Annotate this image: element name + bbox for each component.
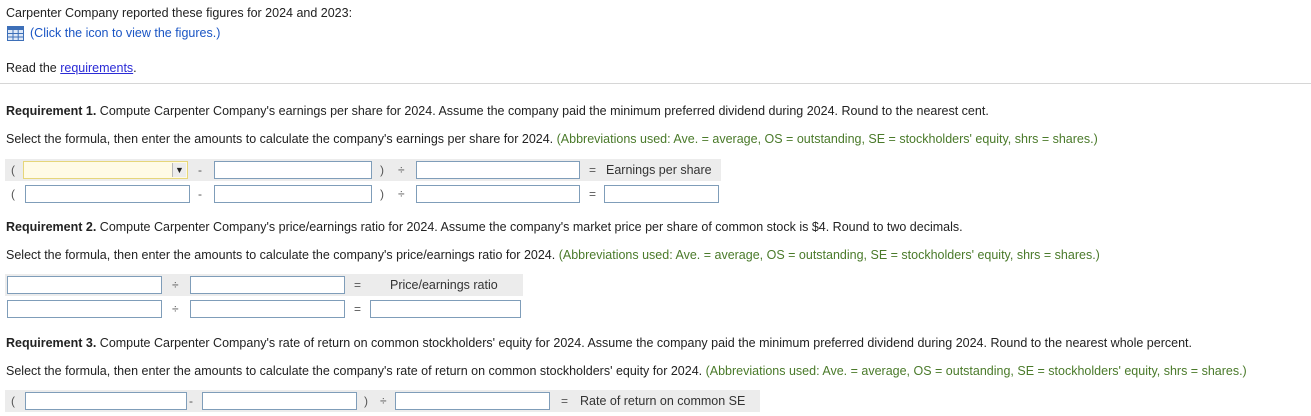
req1-label: Requirement 1. xyxy=(6,104,97,118)
req2-abbreviations: (Abbreviations used: Ave. = average, OS … xyxy=(558,248,1100,262)
req1-instruction: Select the formula, then enter the amoun… xyxy=(6,132,554,146)
intro-text: Carpenter Company reported these figures… xyxy=(6,6,353,20)
req1-amount-row: ( - ) ÷ = xyxy=(5,183,721,205)
req2-formula-row: ÷ = Price/earnings ratio xyxy=(5,274,523,296)
read-requirements-line: Read the requirements. xyxy=(6,61,137,75)
req1-formula-input-3[interactable] xyxy=(416,161,580,179)
chevron-down-icon[interactable]: ▼ xyxy=(172,163,186,177)
read-prefix: Read the xyxy=(6,61,57,75)
req1-formula-select[interactable]: ▼ xyxy=(23,161,188,179)
req2-result-label: Price/earnings ratio xyxy=(390,278,498,292)
open-paren: ( xyxy=(11,163,15,177)
req3-formula-input-1[interactable] xyxy=(25,392,187,410)
req3-abbreviations: (Abbreviations used: Ave. = average, OS … xyxy=(705,364,1247,378)
read-suffix: . xyxy=(133,61,137,75)
req3-text: Compute Carpenter Company's rate of retu… xyxy=(96,336,1192,350)
minus-sign: - xyxy=(198,163,202,177)
table-grid-icon[interactable] xyxy=(7,26,24,41)
req2-amount-input-2[interactable] xyxy=(190,300,345,318)
close-paren: ) xyxy=(380,163,384,177)
req3-formula-row: ( - ) ÷ = Rate of return on common SE xyxy=(5,390,760,412)
req1-text: Compute Carpenter Company's earnings per… xyxy=(96,104,989,118)
req3-heading: Requirement 3. Compute Carpenter Company… xyxy=(6,336,1192,350)
req2-pe-answer-input[interactable] xyxy=(370,300,521,318)
open-paren: ( xyxy=(11,187,15,201)
req2-amount-input-1[interactable] xyxy=(7,300,162,318)
minus-sign: - xyxy=(189,394,193,408)
close-paren: ) xyxy=(380,187,384,201)
req2-text: Compute Carpenter Company's price/earnin… xyxy=(96,220,963,234)
requirements-link[interactable]: requirements xyxy=(60,61,133,75)
req2-instruction: Select the formula, then enter the amoun… xyxy=(6,248,556,262)
req3-formula-input-3[interactable] xyxy=(395,392,550,410)
req1-amount-input-2[interactable] xyxy=(214,185,372,203)
equals-sign: = xyxy=(589,163,597,177)
req1-abbreviations: (Abbreviations used: Ave. = average, OS … xyxy=(556,132,1098,146)
divider xyxy=(0,83,1311,84)
view-figures-link[interactable]: (Click the icon to view the figures.) xyxy=(30,26,220,40)
divide-sign: ÷ xyxy=(380,394,387,408)
req1-heading: Requirement 1. Compute Carpenter Company… xyxy=(6,104,989,118)
divide-sign: ÷ xyxy=(398,163,405,177)
equals-sign: = xyxy=(354,302,362,316)
req3-result-label: Rate of return on common SE xyxy=(580,394,746,408)
req1-formula-row: ( ▼ - ) ÷ = Earnings per share xyxy=(5,159,721,181)
req3-formula-input-2[interactable] xyxy=(202,392,357,410)
minus-sign: - xyxy=(198,187,202,201)
req1-formula-input-2[interactable] xyxy=(214,161,372,179)
req3-instruction-line: Select the formula, then enter the amoun… xyxy=(6,364,1247,378)
equals-sign: = xyxy=(589,187,597,201)
req1-result-label: Earnings per share xyxy=(606,163,712,177)
req2-amount-row: ÷ = xyxy=(5,298,523,320)
req1-eps-answer-input[interactable] xyxy=(604,185,719,203)
equals-sign: = xyxy=(561,394,569,408)
open-paren: ( xyxy=(11,394,15,408)
divide-sign: ÷ xyxy=(172,302,179,316)
req3-label: Requirement 3. xyxy=(6,336,97,350)
req2-label: Requirement 2. xyxy=(6,220,97,234)
req1-amount-input-1[interactable] xyxy=(25,185,190,203)
divide-sign: ÷ xyxy=(398,187,405,201)
req2-heading: Requirement 2. Compute Carpenter Company… xyxy=(6,220,963,234)
req2-formula-input-1[interactable] xyxy=(7,276,162,294)
close-paren: ) xyxy=(364,394,368,408)
req2-instruction-line: Select the formula, then enter the amoun… xyxy=(6,248,1100,262)
req1-instruction-line: Select the formula, then enter the amoun… xyxy=(6,132,1098,146)
divide-sign: ÷ xyxy=(172,278,179,292)
req2-formula-input-2[interactable] xyxy=(190,276,345,294)
req1-amount-input-3[interactable] xyxy=(416,185,580,203)
equals-sign: = xyxy=(354,278,362,292)
req3-instruction: Select the formula, then enter the amoun… xyxy=(6,364,703,378)
